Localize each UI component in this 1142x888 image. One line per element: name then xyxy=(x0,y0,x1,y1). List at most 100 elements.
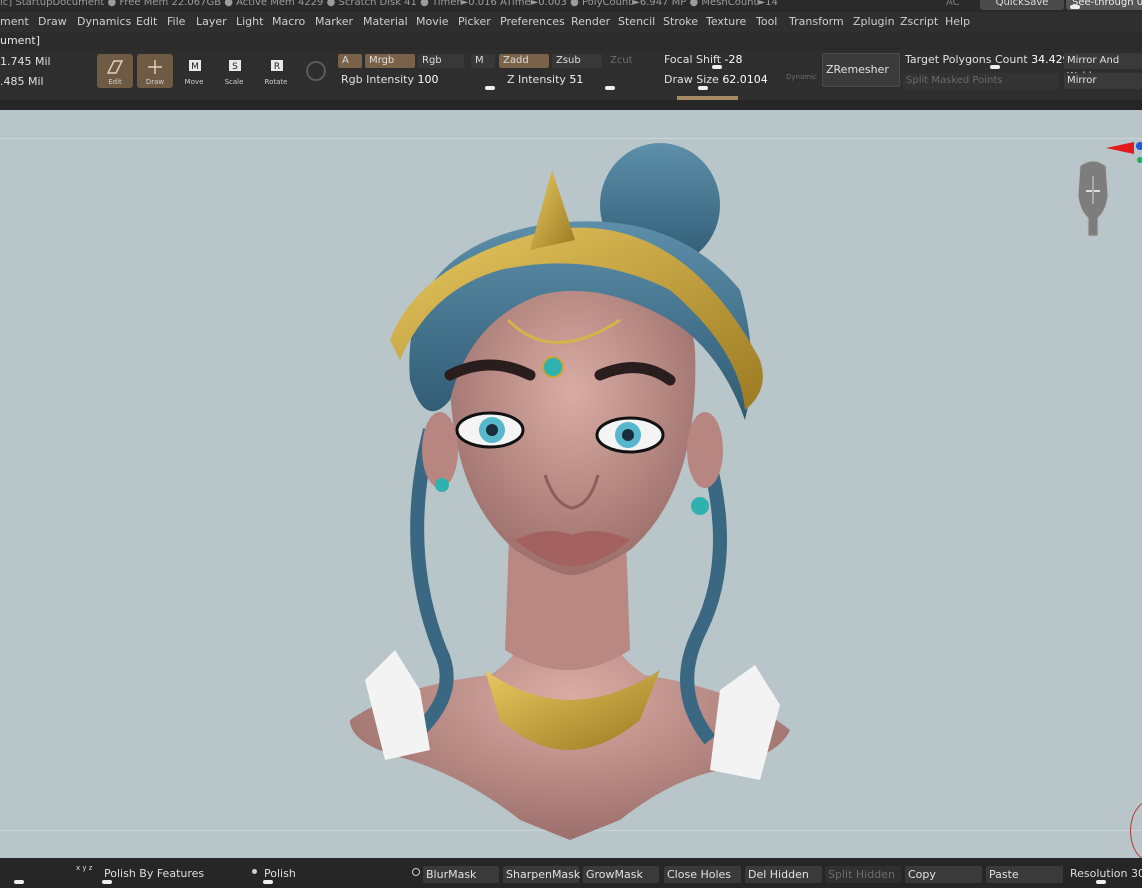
menu-bar: ment Draw Dynamics Edit File Layer Light… xyxy=(0,12,1142,32)
polish-by-features-knob[interactable] xyxy=(102,880,112,884)
focal-shift-slider[interactable]: Focal Shift -28 xyxy=(664,53,742,66)
split-hidden-button[interactable]: Split Hidden xyxy=(825,866,901,883)
menu-draw[interactable]: Draw xyxy=(38,15,67,28)
character-bust-model[interactable] xyxy=(340,130,800,840)
menu-texture[interactable]: Texture xyxy=(706,15,746,28)
focal-shift-label: Focal Shift xyxy=(664,53,722,66)
split-masked-points-button[interactable]: Split Masked Points xyxy=(903,73,1059,89)
focal-shift-value: -28 xyxy=(724,53,743,66)
edit-button[interactable]: Edit xyxy=(97,54,133,88)
menu-zscript[interactable]: Zscript xyxy=(900,15,938,28)
move-icon: M xyxy=(189,60,201,72)
dynamic-button[interactable]: Dynamic xyxy=(786,73,817,81)
focal-shift-knob[interactable] xyxy=(712,65,722,69)
menu-help[interactable]: Help xyxy=(945,15,970,28)
scale-button[interactable]: S Scale xyxy=(216,54,252,88)
move-button[interactable]: M Move xyxy=(176,54,212,88)
sharpenmask-button[interactable]: SharpenMask xyxy=(503,866,580,883)
rgb-intensity-slider[interactable]: Rgb Intensity 100 xyxy=(341,73,438,86)
menu-document[interactable]: ment xyxy=(0,15,29,28)
see-through-slider[interactable]: See-through 0 xyxy=(1066,0,1142,10)
document-title: ument] xyxy=(0,34,41,47)
rotate-icon: R xyxy=(271,60,283,72)
draw-icon xyxy=(148,60,162,74)
see-through-label: See-through 0 xyxy=(1072,0,1142,8)
zsub-button[interactable]: Zsub xyxy=(552,54,602,68)
total-points-info: .485 Mil xyxy=(0,75,44,88)
menu-light[interactable]: Light xyxy=(236,15,263,28)
see-through-knob[interactable] xyxy=(1070,5,1080,9)
rotate-button[interactable]: R Rotate xyxy=(258,54,294,88)
axis-gizmo-icon[interactable] xyxy=(1102,134,1142,164)
draw-button[interactable]: Draw xyxy=(137,54,173,88)
polish-by-features-label: Polish By Features xyxy=(104,867,205,880)
bottom-left-slider-knob[interactable] xyxy=(14,880,24,884)
canvas-viewport[interactable] xyxy=(0,110,1142,862)
menu-edit[interactable]: Edit xyxy=(136,15,157,28)
menu-stroke[interactable]: Stroke xyxy=(663,15,698,28)
menu-preferences[interactable]: Preferences xyxy=(500,15,565,28)
resolution-value: 304 xyxy=(1130,867,1142,880)
svg-text:M: M xyxy=(191,62,199,72)
draw-size-slider[interactable]: Draw Size 62.0104 xyxy=(664,73,768,86)
z-intensity-knob[interactable] xyxy=(605,86,615,90)
polish-indicator-icon xyxy=(252,869,257,874)
svg-text:R: R xyxy=(274,62,280,72)
menu-movie[interactable]: Movie xyxy=(416,15,449,28)
menu-file[interactable]: File xyxy=(167,15,185,28)
navigation-head-icon[interactable] xyxy=(1068,156,1118,242)
target-polygons-knob[interactable] xyxy=(990,65,1000,69)
quicksave-button[interactable]: QuickSave xyxy=(980,0,1064,10)
brush-sphere-icon[interactable] xyxy=(306,61,326,81)
move-label: Move xyxy=(184,78,204,86)
draw-size-knob[interactable] xyxy=(698,86,708,90)
top-toolbar: 1.745 Mil .485 Mil Edit Draw M Move S Sc… xyxy=(0,50,1142,101)
paste-button[interactable]: Paste xyxy=(986,866,1063,883)
mask-toggle-icon[interactable] xyxy=(412,868,420,876)
menu-material[interactable]: Material xyxy=(363,15,408,28)
draw-size-value: 62.0104 xyxy=(722,73,768,86)
rgb-intensity-knob[interactable] xyxy=(485,86,495,90)
rgb-intensity-label: Rgb Intensity xyxy=(341,73,414,86)
xyz-symmetry-indicator[interactable]: x y z xyxy=(76,864,92,872)
close-holes-button[interactable]: Close Holes xyxy=(664,866,741,883)
menu-render[interactable]: Render xyxy=(571,15,610,28)
copy-button[interactable]: Copy xyxy=(905,866,982,883)
polish-knob[interactable] xyxy=(263,880,273,884)
menu-picker[interactable]: Picker xyxy=(458,15,491,28)
draw-label: Draw xyxy=(145,78,165,86)
zremesher-button[interactable]: ZRemesher xyxy=(822,53,900,87)
menu-macro[interactable]: Macro xyxy=(272,15,305,28)
bottom-toolbar: x y z Polish By Features Polish BlurMask… xyxy=(0,858,1142,888)
status-text: ic] StartupDocument ● Free Mem 22.067GB … xyxy=(0,0,778,8)
del-hidden-button[interactable]: Del Hidden xyxy=(745,866,822,883)
zadd-button[interactable]: Zadd xyxy=(499,54,549,68)
mirror-button[interactable]: Mirror xyxy=(1064,73,1142,89)
menu-tool[interactable]: Tool xyxy=(756,15,777,28)
menu-dynamics[interactable]: Dynamics xyxy=(77,15,131,28)
menu-stencil[interactable]: Stencil xyxy=(618,15,655,28)
rotate-label: Rotate xyxy=(264,78,288,86)
rgb-button[interactable]: Rgb xyxy=(418,54,464,68)
zcut-button[interactable]: Zcut xyxy=(606,54,646,68)
resolution-knob[interactable] xyxy=(1096,880,1106,884)
mrgb-button[interactable]: Mrgb xyxy=(365,54,415,68)
blurmask-button[interactable]: BlurMask xyxy=(423,866,499,883)
svg-text:S: S xyxy=(232,62,238,72)
transpose-circle-icon[interactable] xyxy=(1130,800,1142,862)
target-polygons-label: Target Polygons Count xyxy=(905,53,1028,66)
document-row: ument] xyxy=(0,32,1142,50)
mirror-and-weld-button[interactable]: Mirror And Weld xyxy=(1064,53,1142,82)
menu-zplugin[interactable]: Zplugin xyxy=(853,15,895,28)
a-button[interactable]: A xyxy=(338,54,362,68)
growmask-button[interactable]: GrowMask xyxy=(583,866,659,883)
z-intensity-slider[interactable]: Z Intensity 51 xyxy=(507,73,583,86)
menu-layer[interactable]: Layer xyxy=(196,15,227,28)
menu-transform[interactable]: Transform xyxy=(789,15,844,28)
draw-size-label: Draw Size xyxy=(664,73,719,86)
edit-icon xyxy=(106,60,124,74)
z-intensity-value: 51 xyxy=(569,73,584,86)
m-button[interactable]: M xyxy=(471,54,495,68)
menu-marker[interactable]: Marker xyxy=(315,15,353,28)
resolution-slider[interactable]: Resolution 304 xyxy=(1070,867,1142,880)
